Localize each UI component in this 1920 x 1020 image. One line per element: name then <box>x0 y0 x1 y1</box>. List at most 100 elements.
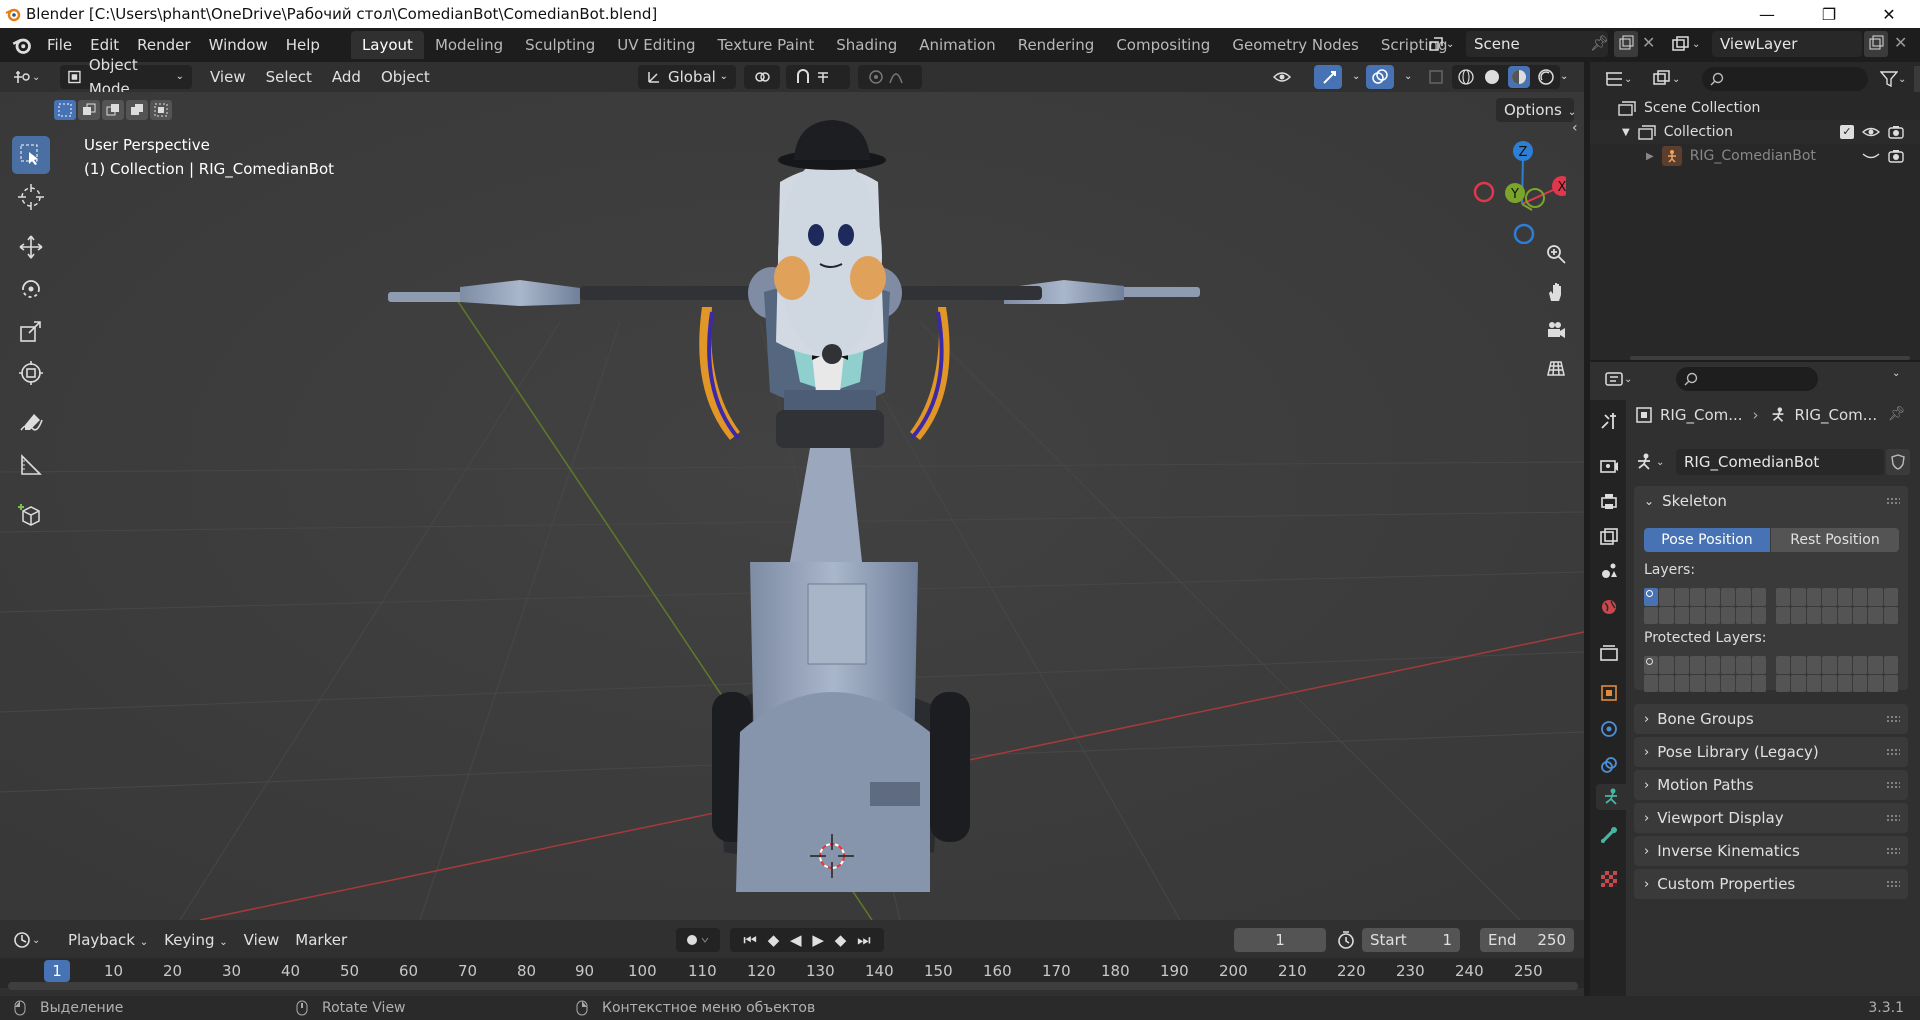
rest-position-button[interactable]: Rest Position <box>1771 528 1899 552</box>
pose-position-button[interactable]: Pose Position <box>1644 528 1770 552</box>
editor-type-icon[interactable]: ⌄ <box>12 68 48 86</box>
properties-options-icon[interactable]: ⌄ <box>1892 368 1900 379</box>
select-extend-icon[interactable] <box>78 100 100 120</box>
menu-view[interactable]: View <box>202 65 254 89</box>
collapse-arrow-icon[interactable]: ▼ <box>1622 127 1630 138</box>
rotate-tool[interactable] <box>12 270 50 308</box>
transform-orientation-dropdown[interactable]: Global ⌄ <box>638 65 736 89</box>
gizmo-toggle-icon[interactable] <box>1314 65 1342 89</box>
menu-add[interactable]: Add <box>324 65 369 89</box>
skeleton-panel-header[interactable]: ⌄ Skeleton <box>1644 492 1727 510</box>
navigation-gizmo[interactable]: Z X Y <box>1470 134 1566 244</box>
select-box-tool[interactable] <box>12 136 50 174</box>
annotate-tool[interactable] <box>12 404 50 442</box>
tab-compositing[interactable]: Compositing <box>1105 31 1221 59</box>
scene-tab-icon[interactable] <box>1596 558 1622 584</box>
filter-icon[interactable]: ⌄ <box>1880 68 1910 90</box>
shading-dropdown-icon[interactable]: ⌄ <box>1552 65 1568 89</box>
pin-icon[interactable]: 📌︎ <box>1590 34 1609 54</box>
solid-shading-icon[interactable] <box>1482 67 1502 87</box>
panel-bone-groups[interactable]: › Bone Groups <box>1634 704 1908 734</box>
outliner-search-input[interactable] <box>1702 67 1868 91</box>
scene-browse-icon[interactable]: ⌄ <box>1428 31 1462 57</box>
timeline-editor-type-icon[interactable]: ⌄ <box>12 930 50 950</box>
tab-sculpting[interactable]: Sculpting <box>514 31 606 59</box>
scene-name-field[interactable]: Scene <box>1466 31 1608 57</box>
panel-custom-properties[interactable]: › Custom Properties <box>1634 869 1908 899</box>
tab-rendering[interactable]: Rendering <box>1007 31 1106 59</box>
zoom-icon[interactable] <box>1540 238 1572 270</box>
close-window-button[interactable]: ✕ <box>1866 0 1912 28</box>
ortho-grid-icon[interactable] <box>1540 352 1572 384</box>
drag-handle[interactable] <box>1886 880 1900 888</box>
exclude-checkbox[interactable]: ✓ <box>1840 125 1854 139</box>
drag-handle[interactable] <box>1886 748 1900 756</box>
pan-hand-icon[interactable] <box>1540 276 1572 308</box>
playhead-frame[interactable]: 1 <box>44 960 70 982</box>
drag-handle[interactable] <box>1886 781 1900 789</box>
panel-inverse-kinematics[interactable]: › Inverse Kinematics <box>1634 836 1908 866</box>
menu-select[interactable]: Select <box>258 65 320 89</box>
drag-handle[interactable] <box>1886 715 1900 723</box>
menu-file[interactable]: File <box>38 32 81 58</box>
collection-tab-icon[interactable] <box>1596 640 1622 666</box>
drag-handle[interactable] <box>1886 847 1900 855</box>
current-frame-field[interactable]: 1 <box>1234 928 1326 952</box>
tool-tab-icon[interactable] <box>1596 408 1622 434</box>
outliner-editor-type-icon[interactable]: ⌄ <box>1604 68 1644 90</box>
play-icon[interactable]: ▶︎ <box>812 928 824 952</box>
pivot-point-icon[interactable] <box>744 65 780 89</box>
outliner-row-scene-collection[interactable]: Scene Collection <box>1590 96 1920 120</box>
eye-closed-icon[interactable] <box>1862 149 1880 163</box>
overlays-dropdown-icon[interactable]: ⌄ <box>1396 65 1412 89</box>
auto-keying-icon[interactable] <box>676 928 720 952</box>
properties-editor-type-icon[interactable]: ⌄ <box>1604 368 1644 390</box>
menu-playback[interactable]: Playback ⌄ <box>60 928 156 952</box>
select-intersect-icon[interactable] <box>150 100 172 120</box>
select-invert-icon[interactable] <box>126 100 148 120</box>
protected-layers-grid-right[interactable] <box>1776 656 1898 692</box>
measure-tool[interactable] <box>12 446 50 484</box>
tab-shading[interactable]: Shading <box>825 31 908 59</box>
jump-start-icon[interactable]: ⏮︎ <box>743 928 757 952</box>
preview-range-icon[interactable] <box>1336 930 1356 954</box>
wireframe-shading-icon[interactable] <box>1456 67 1476 87</box>
blender-menu-icon[interactable] <box>12 35 32 55</box>
menu-window[interactable]: Window <box>200 32 277 58</box>
delete-viewlayer-icon[interactable]: ✕ <box>1894 33 1907 52</box>
pin-properties-icon[interactable]: 📌︎ <box>1888 406 1906 422</box>
render-camera-icon[interactable] <box>1888 125 1904 139</box>
camera-view-icon[interactable] <box>1540 314 1572 346</box>
tab-animation[interactable]: Animation <box>908 31 1006 59</box>
play-reverse-icon[interactable]: ◀︎ <box>790 928 802 952</box>
tab-geometry-nodes[interactable]: Geometry Nodes <box>1221 31 1370 59</box>
jump-keyframe-back-icon[interactable]: ◆︎ <box>768 928 780 952</box>
select-new-icon[interactable] <box>54 100 76 120</box>
armature-browse-icon[interactable]: ⌄ <box>1634 449 1674 475</box>
menu-object[interactable]: Object <box>373 65 438 89</box>
move-tool[interactable] <box>12 228 50 266</box>
panel-pose-library[interactable]: › Pose Library (Legacy) <box>1634 737 1908 767</box>
bone-tab-icon[interactable] <box>1596 822 1622 848</box>
object-tab-icon[interactable] <box>1596 680 1622 706</box>
timeline-scrollbar[interactable] <box>8 982 1578 990</box>
select-subtract-icon[interactable] <box>102 100 124 120</box>
drag-handle[interactable] <box>1886 814 1900 822</box>
visibility-icon[interactable] <box>1264 65 1308 89</box>
physics-tab-icon[interactable] <box>1596 716 1622 742</box>
render-camera-icon[interactable] <box>1888 149 1904 163</box>
transform-tool[interactable] <box>12 354 50 392</box>
new-scene-icon[interactable] <box>1614 31 1638 57</box>
tab-texture-paint[interactable]: Texture Paint <box>706 31 825 59</box>
xray-toggle-icon[interactable] <box>1424 65 1448 89</box>
tab-uv-editing[interactable]: UV Editing <box>606 31 706 59</box>
cursor-tool[interactable] <box>12 178 50 216</box>
material-preview-shading-icon[interactable] <box>1508 66 1530 88</box>
sidebar-toggle-icon[interactable]: ‹ <box>1572 120 1578 136</box>
constraints-tab-icon[interactable] <box>1596 752 1622 778</box>
new-viewlayer-icon[interactable] <box>1864 31 1888 57</box>
snap-icon[interactable] <box>786 65 850 89</box>
tab-modeling[interactable]: Modeling <box>424 31 514 59</box>
3d-viewport[interactable]: User Perspective (1) Collection | RIG_Co… <box>0 92 1584 920</box>
expand-arrow-icon[interactable]: ▶ <box>1646 151 1654 162</box>
